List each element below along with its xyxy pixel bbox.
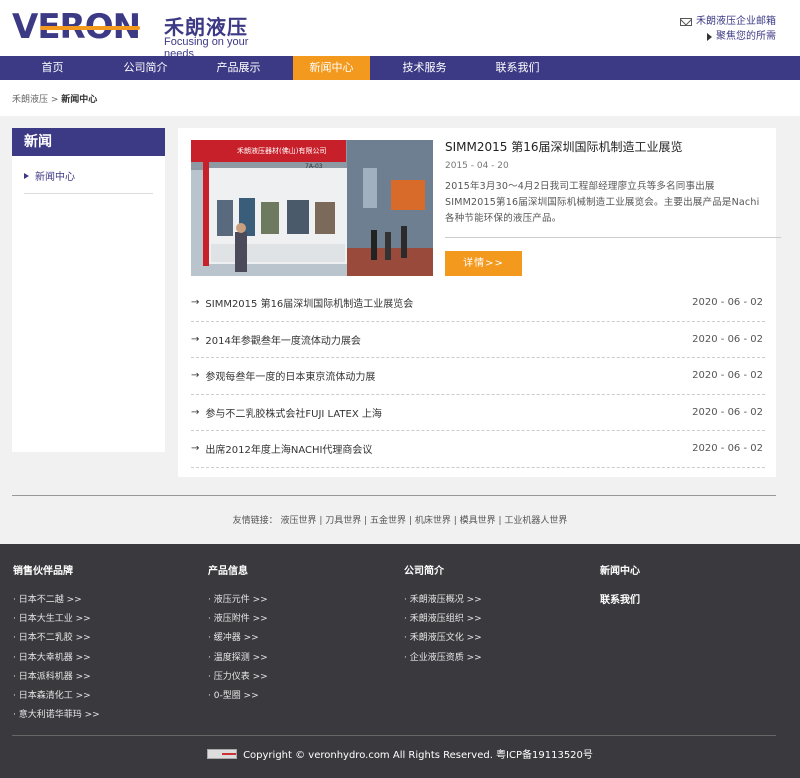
breadcrumb-home[interactable]: 禾朗液压	[12, 95, 48, 105]
booth-sign-text: 禾朗液压器材(佛山)有限公司	[237, 146, 326, 155]
list-item[interactable]: → SIMM2015 第16届深圳国际机制造工业展览会 2020 - 06 - 0…	[191, 285, 765, 322]
friend-link[interactable]: 工业机器人世界	[504, 516, 567, 526]
exhibition-photo-icon: 禾朗液压器材(佛山)有限公司 7A-03	[191, 140, 433, 276]
news-date: 2020 - 06 - 02	[692, 297, 763, 309]
footer-link[interactable]: · 0-型圈 >>	[208, 687, 388, 706]
footer-link[interactable]: · 日本森清化工 >>	[13, 687, 193, 706]
footer-link[interactable]: · 禾朗液压文化 >>	[404, 629, 584, 648]
footer-link[interactable]: · 日本大生工业 >>	[13, 610, 193, 629]
sidebar-title: 新闻	[12, 128, 165, 156]
friend-link[interactable]: 模具世界	[460, 516, 496, 526]
friend-links: 友情链接： 液压世界 | 刀具世界 | 五金世界 | 机床世界 | 模具世界 |…	[232, 516, 568, 526]
breadcrumb-current: 新闻中心	[61, 95, 98, 105]
arrow-right-icon: →	[191, 370, 200, 382]
breadcrumb: 禾朗液压 > 新闻中心	[0, 80, 800, 116]
footer-col-title: 产品信息	[208, 566, 248, 577]
details-button[interactable]: 详情>>	[445, 251, 522, 276]
feature-title[interactable]: SIMM2015 第16届深圳国际机制造工业展览	[445, 138, 683, 155]
footer-link[interactable]: · 意大利诺华菲玛 >>	[13, 706, 193, 725]
footer-link[interactable]: · 液压元件 >>	[208, 591, 388, 610]
list-item[interactable]: → 2014年参觀叁年一度流体动力展会 2020 - 06 - 02	[191, 322, 765, 358]
footer-link[interactable]: · 禾朗液压概况 >>	[404, 591, 584, 610]
friend-link[interactable]: 五金世界	[370, 516, 406, 526]
news-list: → SIMM2015 第16届深圳国际机制造工业展览会 2020 - 06 - 0…	[191, 285, 765, 468]
list-item[interactable]: → 参观每叁年一度的日本東京流体动力展 2020 - 06 - 02	[191, 358, 765, 395]
sidebar-item-news-center[interactable]: 新闻中心	[24, 168, 153, 194]
list-item[interactable]: → 参与不二乳胶株式会社FUJI LATEX 上海 2020 - 06 - 02	[191, 395, 765, 431]
site-logo[interactable]: VERON 禾朗液压 Focusing on your needs	[12, 8, 272, 60]
footer-link[interactable]: · 压力仪表 >>	[208, 668, 388, 687]
footer-link[interactable]: · 企业液压资质 >>	[404, 649, 584, 668]
mail-icon	[680, 17, 692, 26]
main-nav: 首页 公司简介 产品展示 新闻中心 技术服务 联系我们	[0, 56, 800, 80]
footer-col-company: 公司简介 · 禾朗液压概况 >> · 禾朗液压组织 >> · 禾朗液压文化 >>…	[404, 562, 584, 668]
site-header: VERON 禾朗液压 Focusing on your needs 禾朗液压企业…	[0, 0, 800, 60]
nav-news[interactable]: 新闻中心	[293, 56, 370, 80]
footer-link[interactable]: · 日本不二越 >>	[13, 591, 193, 610]
header-links: 禾朗液压企业邮箱 聚焦您的所需	[680, 14, 776, 44]
nav-products[interactable]: 产品展示	[192, 56, 285, 80]
news-title: 出席2012年度上海NACHI代理商会议	[205, 445, 373, 457]
friend-link[interactable]: 刀具世界	[325, 516, 361, 526]
focus-link-label: 聚焦您的所需	[716, 31, 776, 42]
nav-home[interactable]: 首页	[6, 56, 99, 80]
focus-link[interactable]: 聚焦您的所需	[680, 29, 776, 44]
news-date: 2020 - 06 - 02	[692, 443, 763, 455]
footer-col-products: 产品信息 · 液压元件 >> · 液压附件 >> · 缓冲器 >> · 温度探测…	[208, 562, 388, 706]
site-footer: 销售伙伴品牌 · 日本不二越 >> · 日本大生工业 >> · 日本不二乳胶 >…	[0, 544, 800, 778]
copyright-text: Copyright © veronhydro.com All Rights Re…	[243, 750, 593, 761]
footer-link[interactable]: · 缓冲器 >>	[208, 629, 388, 648]
triangle-right-icon	[707, 32, 712, 41]
feature-photo[interactable]: 禾朗液压器材(佛山)有限公司 7A-03	[191, 140, 433, 276]
triangle-right-icon	[24, 172, 29, 179]
footer-col-title: 公司简介	[404, 566, 444, 577]
news-date: 2020 - 06 - 02	[692, 406, 763, 418]
feature-date: 2015 - 04 - 20	[445, 161, 509, 171]
license-badge-icon[interactable]	[207, 748, 238, 759]
news-main: 禾朗液压器材(佛山)有限公司 7A-03 SIMM2015 第16届深圳国际机制…	[178, 128, 781, 477]
feature-description: 2015年3月30～4月2日我司工程部经理廖立兵等多名同事出展SIMM2015第…	[445, 181, 760, 224]
footer-divider	[12, 735, 776, 736]
sidebar-item-label: 新闻中心	[35, 172, 75, 183]
feature-divider	[445, 237, 781, 238]
footer-link[interactable]: · 温度探测 >>	[208, 649, 388, 668]
arrow-right-icon: →	[191, 406, 200, 418]
news-title: 参与不二乳胶株式会社FUJI LATEX 上海	[205, 408, 382, 420]
news-date: 2020 - 06 - 02	[692, 370, 763, 382]
breadcrumb-separator: >	[48, 95, 62, 105]
mail-link-label: 禾朗液压企业邮箱	[696, 16, 776, 27]
nav-tech-service[interactable]: 技术服务	[378, 56, 471, 80]
links-divider	[12, 495, 776, 496]
news-date: 2020 - 06 - 02	[692, 333, 763, 345]
nav-contact[interactable]: 联系我们	[471, 56, 564, 80]
copyright: Copyright © veronhydro.com All Rights Re…	[0, 746, 800, 761]
footer-col-news: 新闻中心 联系我们	[600, 562, 780, 606]
footer-col-title: 销售伙伴品牌	[13, 566, 73, 577]
footer-link[interactable]: · 日本大幸机器 >>	[13, 649, 193, 668]
friend-links-label: 友情链接：	[232, 516, 278, 526]
news-title: 参观每叁年一度的日本東京流体动力展	[205, 372, 376, 384]
sidebar: 新闻 新闻中心	[12, 128, 165, 452]
friend-link[interactable]: 液压世界	[280, 516, 316, 526]
news-title: 2014年参觀叁年一度流体动力展会	[205, 335, 361, 347]
friend-link[interactable]: 机床世界	[415, 516, 451, 526]
footer-link[interactable]: · 液压附件 >>	[208, 610, 388, 629]
footer-news-link[interactable]: 新闻中心	[600, 562, 780, 577]
arrow-right-icon: →	[191, 333, 200, 345]
footer-contact-link[interactable]: 联系我们	[600, 591, 780, 606]
list-item[interactable]: → 出席2012年度上海NACHI代理商会议 2020 - 06 - 02	[191, 431, 765, 468]
arrow-right-icon: →	[191, 443, 200, 455]
footer-link[interactable]: · 日本不二乳胶 >>	[13, 629, 193, 648]
news-title: SIMM2015 第16届深圳国际机制造工业展览会	[205, 299, 414, 311]
footer-link[interactable]: · 禾朗液压组织 >>	[404, 610, 584, 629]
arrow-right-icon: →	[191, 297, 200, 309]
footer-link[interactable]: · 日本派科机器 >>	[13, 668, 193, 687]
footer-col-brands: 销售伙伴品牌 · 日本不二越 >> · 日本大生工业 >> · 日本不二乳胶 >…	[13, 562, 193, 725]
nav-about[interactable]: 公司简介	[99, 56, 192, 80]
logo-swoosh	[40, 26, 140, 30]
mail-link[interactable]: 禾朗液压企业邮箱	[680, 14, 776, 29]
